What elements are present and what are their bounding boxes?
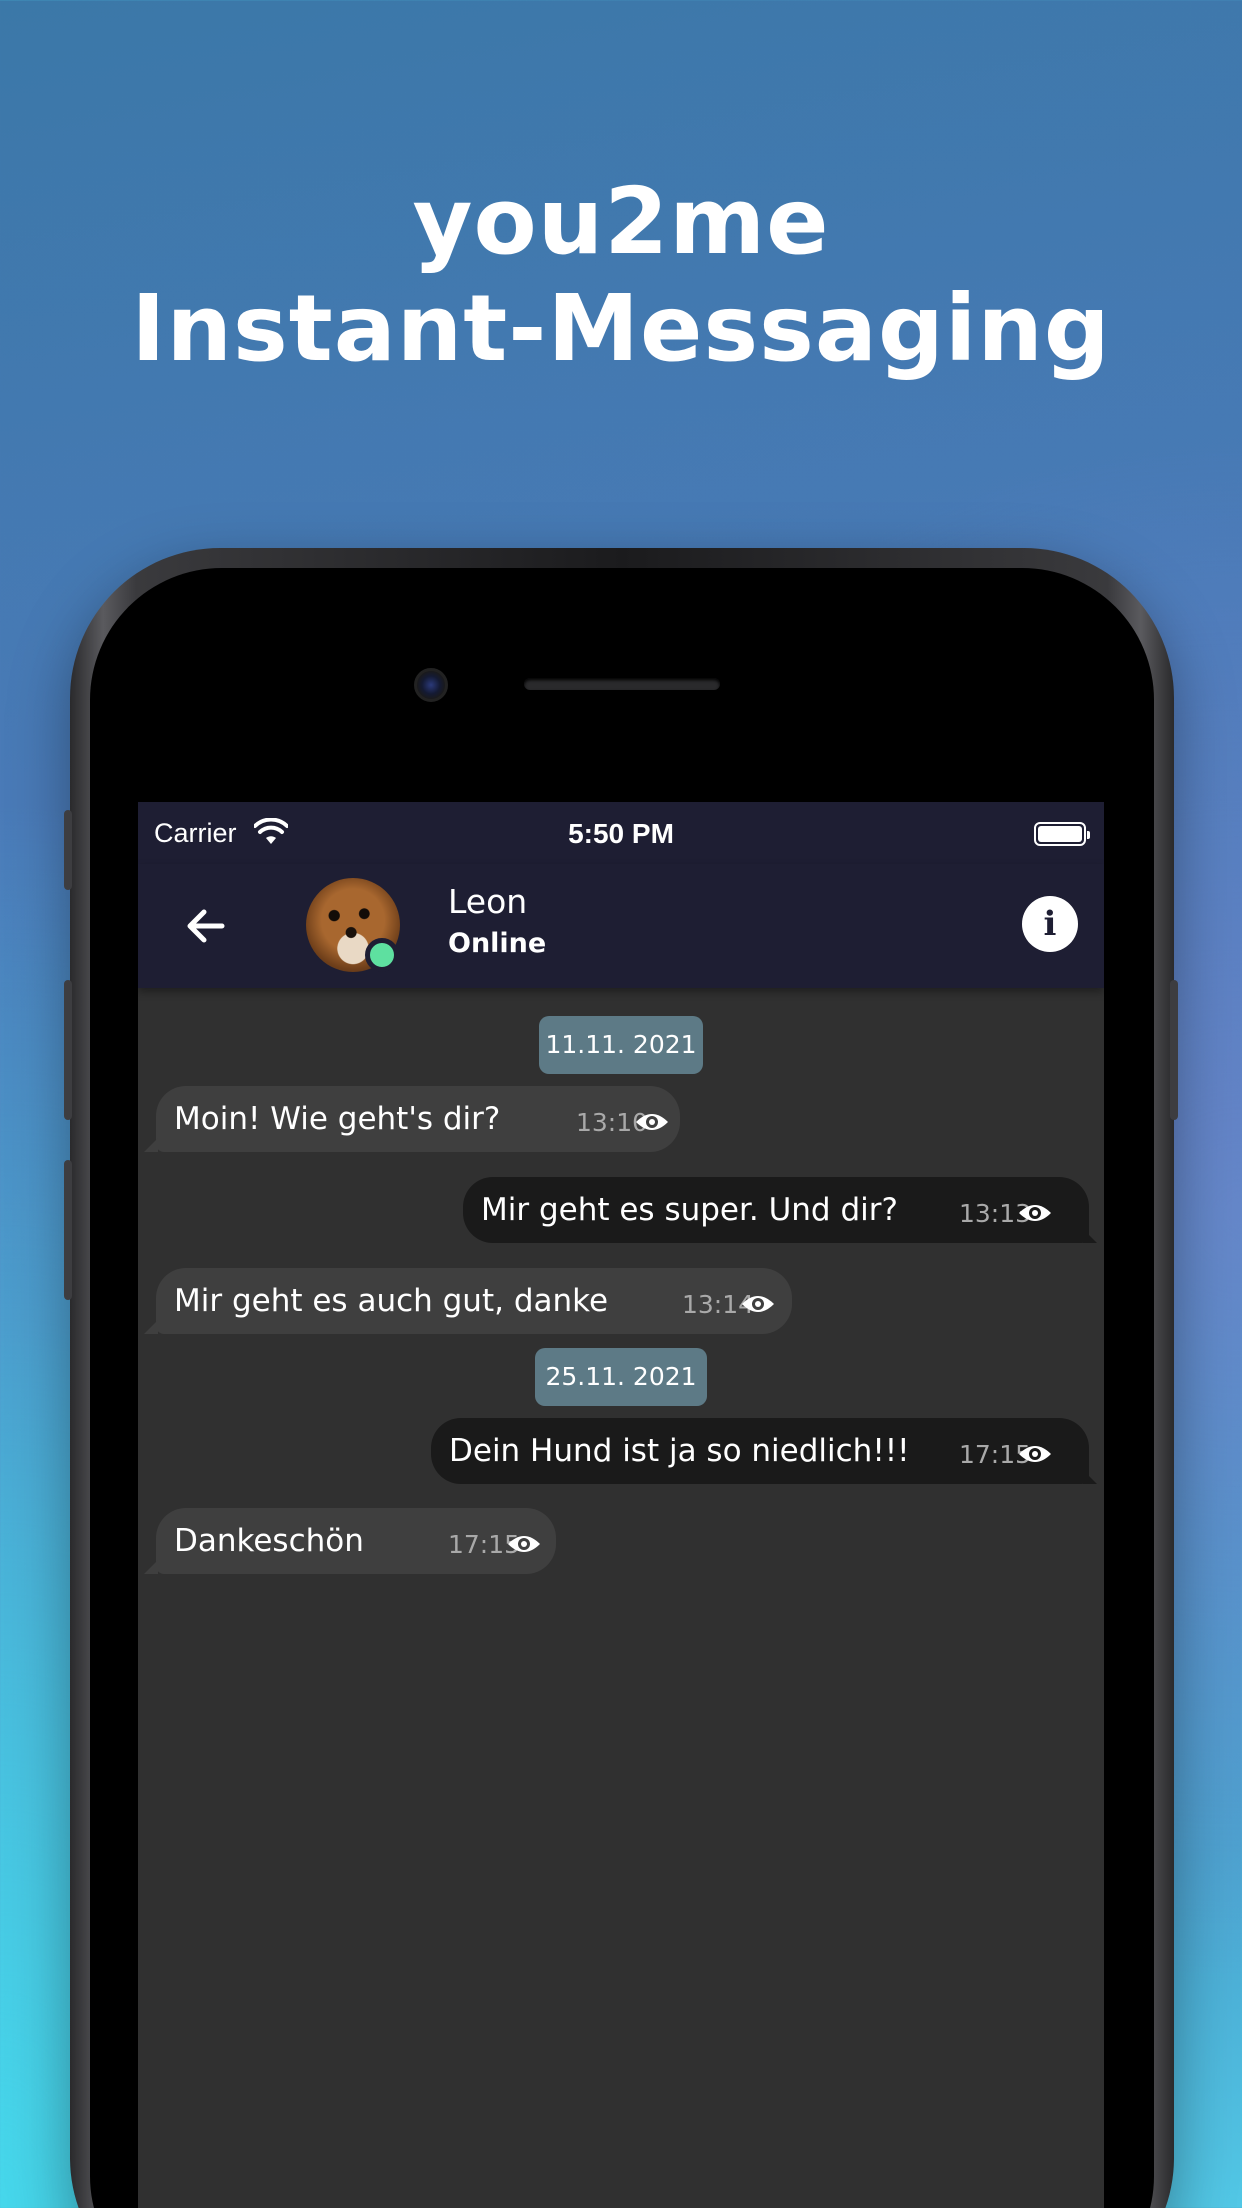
status-bar: Carrier 5:50 PM [138,802,1104,864]
chat-header: Leon Online i [138,864,1104,988]
volume-up-button [64,980,72,1120]
bubble-tail [144,1138,158,1152]
contact-status: Online [448,928,547,959]
eye-icon [1019,1205,1051,1221]
date-separator: 25.11. 2021 [535,1348,707,1406]
message-text: Moin! Wie geht's dir? [174,1101,501,1137]
headline-tagline: Instant-Messaging [131,275,1111,382]
message-text: Dein Hund ist ja so niedlich!!! [449,1433,910,1469]
mute-switch [64,810,72,890]
message-text: Mir geht es super. Und dir? [481,1192,898,1228]
eye-icon [1019,1446,1051,1462]
eye-icon [742,1296,774,1312]
eye-icon [508,1536,540,1552]
app-screen: Carrier 5:50 PM Leon Online i 11.11. 202… [138,802,1104,2208]
message-bubble-incoming[interactable]: Mir geht es auch gut, danke 13:14 [156,1268,792,1334]
headline-app-name: you2me [412,168,830,275]
message-text: Dankeschön [174,1523,364,1559]
eye-icon [636,1114,668,1130]
bubble-tail [1083,1470,1097,1484]
bubble-tail [144,1320,158,1334]
message-bubble-incoming[interactable]: Moin! Wie geht's dir? 13:10 [156,1086,680,1152]
contact-name[interactable]: Leon [448,882,527,921]
back-arrow-icon[interactable] [178,898,234,954]
earpiece-speaker [524,678,720,690]
message-text: Mir geht es auch gut, danke [174,1283,609,1319]
message-bubble-outgoing[interactable]: Mir geht es super. Und dir? 13:13 [463,1177,1089,1243]
info-icon[interactable]: i [1022,896,1078,952]
bubble-tail [1083,1229,1097,1243]
battery-icon [1034,822,1090,846]
bubble-tail [144,1560,158,1574]
marketing-headline: you2me Instant-Messaging [0,170,1242,384]
power-button [1170,980,1178,1120]
volume-down-button [64,1160,72,1300]
message-bubble-outgoing[interactable]: Dein Hund ist ja so niedlich!!! 17:15 [431,1418,1089,1484]
status-time: 5:50 PM [568,818,674,849]
online-indicator [365,938,399,972]
date-separator: 11.11. 2021 [539,1016,703,1074]
message-bubble-incoming[interactable]: Dankeschön 17:15 [156,1508,556,1574]
front-camera [414,668,448,702]
